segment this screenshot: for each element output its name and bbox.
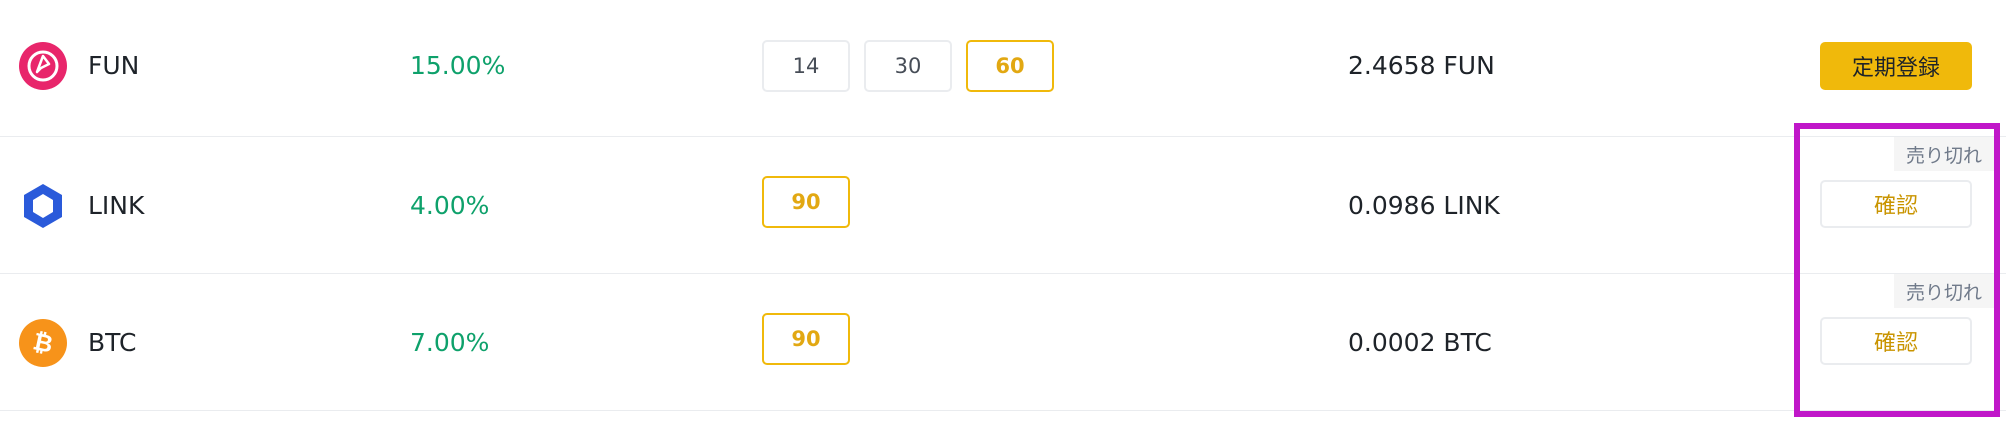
sold-out-badge: 売り切れ bbox=[1893, 137, 1994, 171]
table-row: ₿ BTC 7.00% 90 0.0002 BTC 売り切れ 確認 bbox=[0, 274, 2006, 411]
duration-option-60[interactable]: 60 bbox=[966, 40, 1054, 92]
coin-name: BTC bbox=[88, 328, 137, 357]
link-coin-icon bbox=[24, 184, 62, 228]
confirm-button[interactable]: 確認 bbox=[1820, 317, 1972, 365]
duration-option-14[interactable]: 14 bbox=[762, 40, 850, 92]
confirm-button[interactable]: 確認 bbox=[1820, 180, 1972, 228]
btc-coin-icon: ₿ bbox=[19, 319, 67, 367]
coin-name: LINK bbox=[88, 191, 145, 220]
duration-option-30[interactable]: 30 bbox=[864, 40, 952, 92]
apy-rate: 4.00% bbox=[410, 191, 490, 220]
savings-product-table: FUN 15.00% 14 30 60 2.4658 FUN 定期登録 LINK… bbox=[0, 0, 2006, 421]
duration-option-90[interactable]: 90 bbox=[762, 313, 850, 365]
apy-rate: 7.00% bbox=[410, 328, 490, 357]
table-row: LINK 4.00% 90 0.0986 LINK 売り切れ 確認 bbox=[0, 137, 2006, 274]
fun-coin-icon bbox=[19, 42, 67, 90]
sold-out-badge: 売り切れ bbox=[1893, 274, 1994, 308]
table-row: FUN 15.00% 14 30 60 2.4658 FUN 定期登録 bbox=[0, 0, 2006, 137]
amount-value: 2.4658 FUN bbox=[1348, 51, 1495, 80]
duration-option-90[interactable]: 90 bbox=[762, 176, 850, 228]
apy-rate: 15.00% bbox=[410, 51, 506, 80]
amount-value: 0.0986 LINK bbox=[1348, 191, 1500, 220]
amount-value: 0.0002 BTC bbox=[1348, 328, 1492, 357]
subscribe-button[interactable]: 定期登録 bbox=[1820, 42, 1972, 90]
coin-name: FUN bbox=[88, 51, 140, 80]
